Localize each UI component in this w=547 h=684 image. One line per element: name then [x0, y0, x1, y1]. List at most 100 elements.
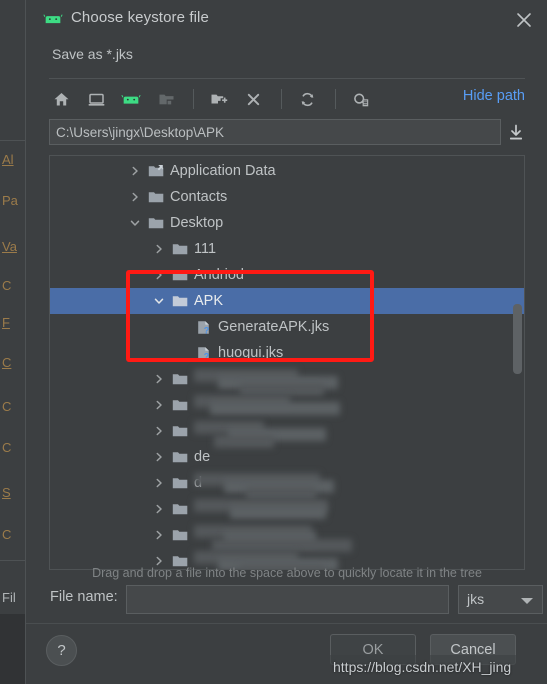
help-button[interactable]: ?	[46, 635, 77, 666]
filename-input[interactable]	[126, 585, 449, 614]
dialog-toolbar: Hide path	[49, 83, 525, 115]
tree-row-label: huogui.jks	[218, 345, 284, 361]
bg-fragment: Pa	[2, 193, 18, 208]
tree-row[interactable]: de	[50, 444, 524, 470]
chevron-right-icon[interactable]	[152, 528, 166, 542]
redacted-label	[230, 506, 326, 519]
bg-fragment: F	[2, 315, 10, 330]
show-hidden-icon[interactable]	[349, 87, 373, 111]
chevron-right-icon[interactable]	[128, 190, 142, 204]
tree-row[interactable]: ? GenerateAPK.jks	[50, 314, 524, 340]
tree-row-label: GenerateAPK.jks	[218, 319, 330, 335]
tree-row[interactable]	[50, 522, 524, 552]
tree-row[interactable]: Andriod	[50, 262, 524, 288]
toolbar-divider	[49, 78, 525, 79]
folder-icon	[172, 528, 188, 542]
folder-icon	[172, 398, 188, 412]
tree-row[interactable]: ? huogui.jks	[50, 340, 524, 366]
chevron-right-icon[interactable]	[152, 398, 166, 412]
bg-fragment: Al	[2, 152, 14, 167]
bg-fragment: C	[2, 527, 12, 542]
refresh-icon[interactable]	[295, 87, 319, 111]
tree-row-label: Application Data	[170, 163, 276, 179]
folder-icon	[172, 294, 188, 308]
toolbar-separator	[281, 89, 282, 109]
bg-fragment-filename: Fil	[2, 590, 16, 605]
tree-row[interactable]	[50, 366, 524, 396]
chevron-right-icon[interactable]	[128, 164, 142, 178]
svg-text:?: ?	[204, 351, 210, 361]
android-icon	[43, 14, 63, 24]
chevron-down-icon[interactable]	[128, 216, 142, 230]
path-input[interactable]	[49, 119, 501, 145]
svg-text:?: ?	[204, 325, 210, 335]
tree-row[interactable]	[50, 418, 524, 448]
new-folder-icon[interactable]	[207, 87, 231, 111]
drag-drop-hint: Drag and drop a file into the space abov…	[92, 566, 482, 580]
redacted-label	[210, 402, 340, 415]
delete-icon[interactable]	[241, 87, 265, 111]
tree-row[interactable]: Application Data	[50, 158, 524, 184]
tree-row-label: Andriod	[194, 267, 244, 283]
chevron-right-icon[interactable]	[152, 502, 166, 516]
folder-icon	[148, 190, 164, 204]
background-window-strip: Al Pa Va C F C C C S C Fil	[0, 0, 25, 684]
folder-icon	[172, 268, 188, 282]
chevron-down-icon	[521, 598, 533, 604]
toolbar-separator	[193, 89, 194, 109]
tree-row-label: APK	[194, 293, 224, 309]
chevron-right-icon[interactable]	[152, 242, 166, 256]
tree-row-label: Contacts	[170, 189, 228, 205]
bg-fragment: C	[2, 440, 12, 455]
close-icon[interactable]	[511, 8, 537, 32]
desktop-icon[interactable]	[84, 87, 108, 111]
chevron-right-icon[interactable]	[152, 268, 166, 282]
folder-icon	[172, 372, 188, 386]
project-folder-icon[interactable]	[154, 87, 178, 111]
chevron-down-icon[interactable]	[152, 294, 166, 308]
bg-fragment: C	[2, 355, 12, 370]
download-icon[interactable]	[507, 123, 525, 143]
file-tree[interactable]: Application Data Contacts Desktop 111 Andrio…	[49, 155, 525, 570]
folder-icon	[172, 450, 188, 464]
unknown-file-icon: ?	[196, 320, 212, 335]
filename-label: File name:	[50, 589, 118, 605]
tree-row[interactable]: APK	[50, 288, 524, 314]
tree-row[interactable]: 111	[50, 236, 524, 262]
extension-select[interactable]: jks	[458, 585, 543, 614]
tree-scrollbar[interactable]	[513, 158, 522, 569]
bg-fragment: S	[2, 485, 11, 500]
watermark: https://blog.csdn.net/XH_jing	[333, 659, 512, 675]
bg-footer	[0, 614, 25, 684]
chevron-right-icon[interactable]	[152, 372, 166, 386]
tree-row-label: 111	[194, 241, 217, 257]
chevron-right-icon[interactable]	[152, 424, 166, 438]
choose-keystore-dialog: Choose keystore file Save as *.jks Hide …	[25, 0, 547, 684]
screenshot-root: Al Pa Va C F C C C S C Fil Choose keysto…	[0, 0, 547, 684]
extension-value: jks	[467, 591, 485, 607]
folder-icon	[172, 424, 188, 438]
folder-icon	[148, 216, 164, 230]
home-icon[interactable]	[49, 87, 73, 111]
tree-row[interactable]: Desktop	[50, 210, 524, 236]
path-row	[49, 119, 525, 147]
tree-row[interactable]: Contacts	[50, 184, 524, 210]
dialog-title: Choose keystore file	[71, 9, 209, 26]
folder-icon	[172, 242, 188, 256]
chevron-right-icon[interactable]	[152, 476, 166, 490]
bg-fragment: C	[2, 399, 12, 414]
tree-scrollbar-thumb[interactable]	[513, 304, 522, 374]
tree-row[interactable]: d	[50, 470, 524, 500]
bg-fragment: C	[2, 278, 12, 293]
tree-row-label: Desktop	[170, 215, 224, 231]
folder-icon	[172, 502, 188, 516]
folder-link-icon	[148, 164, 164, 178]
tree-row-label: de	[194, 449, 211, 465]
chevron-right-icon[interactable]	[152, 450, 166, 464]
android-icon[interactable]	[119, 87, 143, 111]
tree-row[interactable]	[50, 496, 524, 522]
hide-path-link[interactable]: Hide path	[463, 88, 525, 104]
tree-row[interactable]	[50, 392, 524, 418]
bg-fragment: Va	[2, 239, 17, 254]
toolbar-separator	[335, 89, 336, 109]
